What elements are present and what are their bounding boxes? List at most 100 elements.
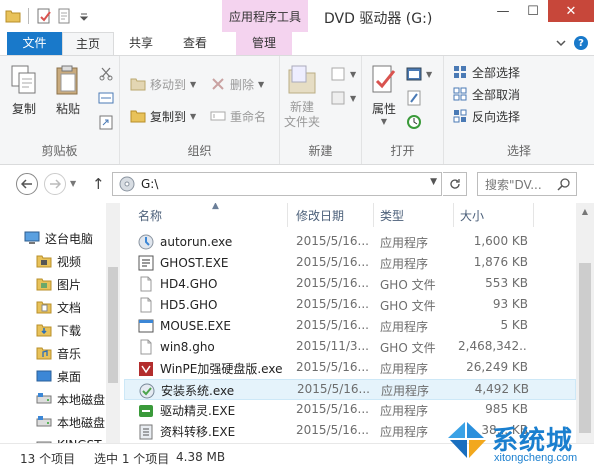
maximize-button[interactable]: ☐ xyxy=(518,0,548,22)
nav-item[interactable]: 本地磁盘 xyxy=(36,388,105,410)
open-group: 属性 ▼ ▼ 打开 xyxy=(362,56,444,164)
column-header-type-label: 类型 xyxy=(380,208,405,223)
rename-button[interactable]: 重命名 xyxy=(210,106,266,126)
file-row[interactable]: 安装系统.exe 2015/5/16... 应用程序 4,492 KB xyxy=(124,379,576,400)
column-header-size[interactable]: 大小 xyxy=(454,203,534,227)
tab-share[interactable]: 共享 xyxy=(118,32,164,55)
new-folder-icon[interactable] xyxy=(55,7,73,25)
chevron-down-icon: ▼ xyxy=(350,69,357,79)
file-row[interactable]: HD5.GHO 2015/5/16... GHO 文件 93 KB xyxy=(124,295,576,316)
file-row[interactable]: WinPE加强硬盘版.exe 2015/5/16... 应用程序 26,249 … xyxy=(124,358,576,379)
column-header-date[interactable]: 修改日期 xyxy=(290,203,374,227)
file-row[interactable]: autorun.exe 2015/5/16... 应用程序 1,600 KB xyxy=(124,232,576,253)
delete-button[interactable]: 删除 ▼ xyxy=(210,74,264,94)
file-row[interactable]: GHOST.EXE 2015/5/16... 应用程序 1,876 KB xyxy=(124,253,576,274)
file-row[interactable]: MOUSE.EXE 2015/5/16... 应用程序 5 KB xyxy=(124,316,576,337)
tab-manage[interactable]: 管理 xyxy=(236,32,292,55)
application-tools-context-label: 应用程序工具 xyxy=(222,0,308,32)
file-size: 5 KB xyxy=(500,318,528,332)
select-none-button[interactable]: 全部取消 xyxy=(452,84,520,104)
file-type: 应用程序 xyxy=(380,320,429,334)
window-title: DVD 驱动器 (G:) xyxy=(324,11,433,27)
forward-button[interactable] xyxy=(44,173,66,195)
file-type: GHO 文件 xyxy=(380,299,436,313)
file-name-cell: 安装系统.exe xyxy=(139,382,234,399)
edit-button[interactable] xyxy=(406,88,422,108)
easy-access-button[interactable]: ▼ xyxy=(330,88,356,108)
file-type: 应用程序 xyxy=(381,384,430,398)
scrollbar-thumb[interactable] xyxy=(108,267,118,383)
nav-item[interactable]: 视频 xyxy=(36,250,81,272)
nav-item[interactable]: 桌面 xyxy=(36,365,81,387)
column-header-name[interactable]: 名称 ▲ xyxy=(132,203,288,227)
file-date: 2015/5/16... xyxy=(296,276,369,290)
file-date: 2015/5/16... xyxy=(296,255,369,269)
file-row[interactable]: HD4.GHO 2015/5/16... GHO 文件 553 KB xyxy=(124,274,576,295)
open-button[interactable]: ▼ xyxy=(406,64,432,84)
autorun-exe-icon xyxy=(138,234,154,250)
scrollbar-thumb[interactable] xyxy=(579,263,591,433)
column-header-type[interactable]: 类型 xyxy=(374,203,454,227)
nav-item[interactable]: 下载 xyxy=(36,319,81,341)
properties-label: 属性 xyxy=(371,102,396,116)
nav-item[interactable]: 音乐 xyxy=(36,342,81,364)
customize-toolbar-icon[interactable] xyxy=(75,7,93,25)
new-folder-button[interactable]: 新建 文件夹 xyxy=(284,62,320,130)
move-to-button[interactable]: 移动到 ▼ xyxy=(130,74,196,94)
recent-locations-chevron-icon[interactable]: ▼ xyxy=(70,179,76,188)
folder-icon[interactable] xyxy=(4,7,22,25)
scroll-up-icon[interactable]: ▲ xyxy=(576,203,594,219)
downloads-folder-icon xyxy=(36,322,52,338)
rename-icon xyxy=(210,108,226,124)
cut-button[interactable] xyxy=(98,64,114,84)
history-button[interactable] xyxy=(406,112,422,132)
paste-button[interactable]: 粘贴 xyxy=(52,62,84,117)
clipboard-group-label: 剪贴板 xyxy=(41,144,78,158)
new-item-button[interactable]: ▼ xyxy=(330,64,356,84)
nav-item[interactable]: 图片 xyxy=(36,273,81,295)
address-path[interactable]: G:\ xyxy=(141,177,158,191)
invert-selection-icon xyxy=(452,108,468,124)
paste-shortcut-button[interactable] xyxy=(98,112,114,132)
nav-item[interactable]: 这台电脑 xyxy=(24,227,93,249)
refresh-button[interactable] xyxy=(443,172,467,196)
close-button[interactable]: ✕ xyxy=(548,0,594,22)
search-input[interactable]: 搜索"DV... xyxy=(477,172,577,196)
invert-selection-button[interactable]: 反向选择 xyxy=(452,106,520,126)
properties-button[interactable]: 属性 ▼ xyxy=(368,62,400,126)
chevron-down-icon[interactable]: ▼ xyxy=(430,177,437,187)
nav-item[interactable]: 文档 xyxy=(36,296,81,318)
watermark-logo-icon xyxy=(448,422,486,458)
help-button[interactable]: ? xyxy=(574,36,588,50)
copy-button[interactable]: 复制 xyxy=(8,62,40,117)
file-type: 应用程序 xyxy=(380,257,429,271)
file-list-scrollbar[interactable]: ▲ xyxy=(576,203,594,443)
copy-to-label: 复制到 xyxy=(150,109,187,124)
copy-to-button[interactable]: 复制到 ▼ xyxy=(130,106,196,126)
expand-ribbon-icon[interactable] xyxy=(556,39,566,47)
file-type: GHO 文件 xyxy=(380,278,436,292)
nav-item[interactable]: 本地磁盘 xyxy=(36,411,105,433)
search-icon[interactable] xyxy=(557,177,571,194)
properties-icon[interactable] xyxy=(35,7,53,25)
address-bar[interactable]: G:\ ▼ xyxy=(112,172,442,196)
file-row[interactable]: win8.gho 2015/11/3... GHO 文件 2,468,342..… xyxy=(124,337,576,358)
chevron-down-icon: ▼ xyxy=(350,93,357,103)
minimize-button[interactable]: — xyxy=(488,0,518,22)
tab-home[interactable]: 主页 xyxy=(62,32,114,55)
copy-path-button[interactable] xyxy=(98,88,114,108)
tab-file[interactable]: 文件 xyxy=(7,32,62,55)
file-size: 553 KB xyxy=(485,276,528,290)
select-all-button[interactable]: 全部选择 xyxy=(452,62,520,82)
navigation-pane-scrollbar[interactable] xyxy=(106,203,120,443)
nav-item-label: 文档 xyxy=(57,300,82,315)
back-button[interactable] xyxy=(16,173,38,195)
nav-item[interactable]: KINGST xyxy=(36,434,102,443)
data-transfer-exe-icon xyxy=(138,424,154,440)
tab-view[interactable]: 查看 xyxy=(172,32,218,55)
up-arrow-icon[interactable]: ↑ xyxy=(92,175,105,193)
item-count: 13 个项目 xyxy=(20,452,76,466)
chevron-down-icon: ▼ xyxy=(426,69,433,79)
scissors-icon xyxy=(98,66,114,82)
file-type: 应用程序 xyxy=(380,236,429,250)
